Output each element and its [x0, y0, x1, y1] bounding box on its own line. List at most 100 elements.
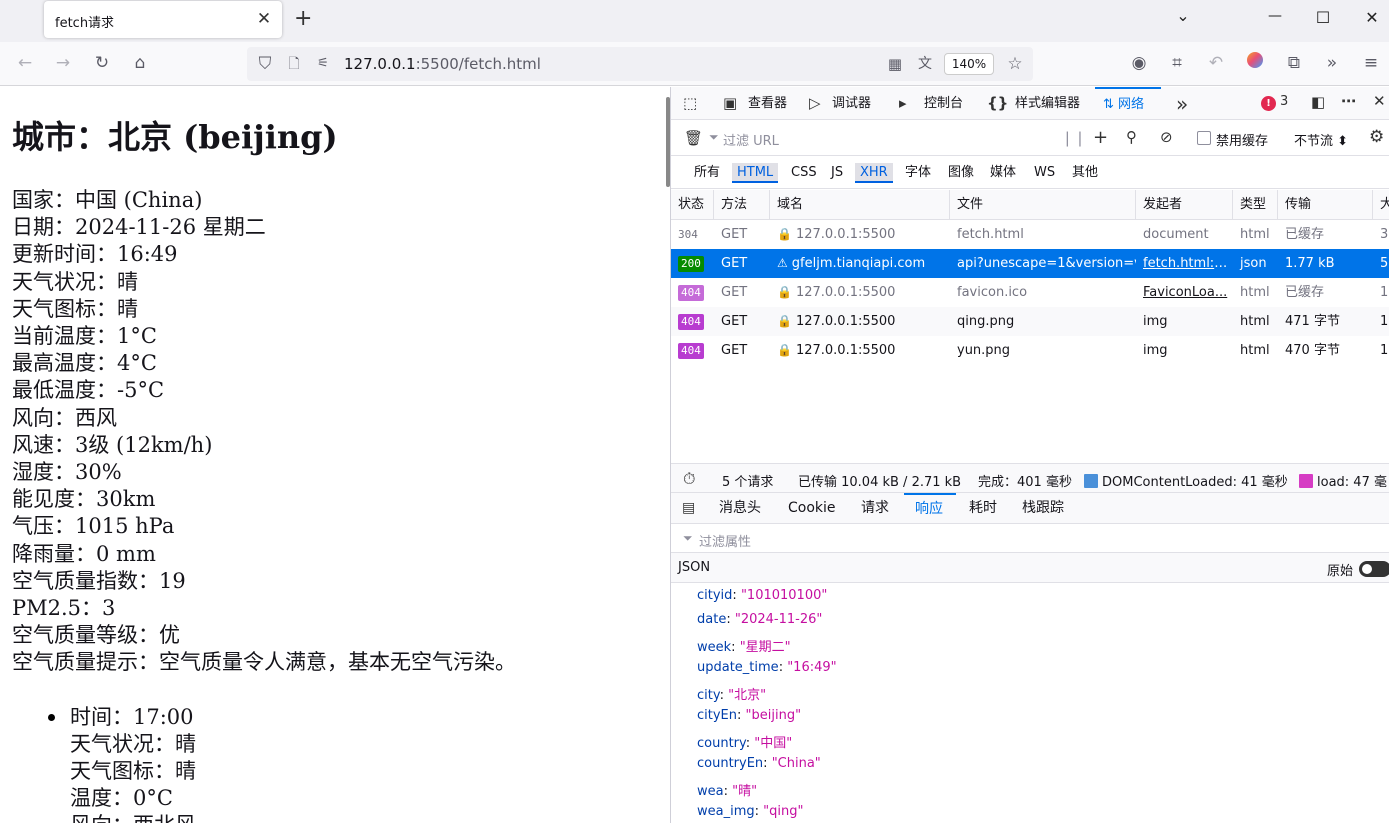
permissions-icon[interactable]: ⚟ [311, 53, 335, 75]
col-file[interactable]: 文件 [950, 190, 1136, 220]
json-property[interactable]: countryEn: "China" [697, 756, 821, 771]
info-line: 最低温度：-5°C [12, 378, 165, 403]
tab-style-editor[interactable]: 样式编辑器 [1015, 87, 1080, 120]
col-method[interactable]: 方法 [714, 190, 770, 220]
forward-icon[interactable]: → [51, 52, 75, 74]
tab-cookies[interactable]: Cookie [788, 493, 836, 524]
url-filter-input[interactable]: 过滤 URL [723, 130, 779, 149]
json-property[interactable]: wea: "晴" [697, 780, 757, 799]
json-property[interactable]: country: "中国" [697, 732, 792, 751]
type-html[interactable]: HTML [732, 163, 779, 183]
element-picker-icon[interactable]: ⬚ [683, 94, 697, 112]
initiator-link[interactable]: FaviconLoa... [1136, 278, 1233, 307]
error-icon[interactable]: ! [1261, 96, 1276, 111]
disable-cache-checkbox[interactable] [1197, 131, 1211, 145]
tab-close-icon[interactable]: ✕ [254, 9, 274, 29]
col-domain[interactable]: 域名 [770, 190, 950, 220]
search-icon[interactable]: ⚲ [1126, 128, 1137, 146]
json-property[interactable]: cityid: "101010100" [697, 588, 827, 603]
json-value: "2024-11-26" [734, 612, 823, 627]
tab-request[interactable]: 请求 [861, 493, 889, 524]
request-row-selected[interactable]: 200 GET ⚠ gfeljm.tianqiapi.com api?unesca… [671, 249, 1389, 278]
devtools-panel: ⬚ ▣ 查看器 ▷ 调试器 ▸ 控制台 {} 样式编辑器 ⇅ 网络 » ! 3 … [670, 87, 1389, 823]
menu-hamburger-icon[interactable]: ≡ [1359, 52, 1383, 74]
dock-side-icon[interactable]: ◧ [1311, 93, 1325, 111]
type-images[interactable]: 图像 [943, 163, 979, 183]
info-line: 空气质量提示：空气质量令人满意，基本无空气污染。 [12, 650, 516, 675]
account-icon[interactable]: ◉ [1127, 52, 1151, 74]
tab-inspector[interactable]: 查看器 [748, 87, 787, 120]
type-ws[interactable]: WS [1029, 163, 1060, 183]
type-media[interactable]: 媒体 [985, 163, 1021, 183]
back-icon[interactable]: ← [13, 52, 37, 74]
sidebar-toggle-icon[interactable]: ▤ [682, 500, 695, 516]
json-property[interactable]: update_time: "16:49" [697, 660, 837, 675]
type-all[interactable]: 所有 [689, 163, 725, 183]
more-tools-chevron-icon[interactable]: » [1320, 52, 1344, 74]
type-other[interactable]: 其他 [1067, 163, 1103, 183]
trash-icon[interactable]: 🗑 [684, 129, 703, 147]
col-initiator[interactable]: 发起者 [1136, 190, 1233, 220]
tab-network[interactable]: ⇅ 网络 [1095, 87, 1161, 120]
error-count[interactable]: 3 [1280, 94, 1288, 109]
home-icon[interactable]: ⌂ [128, 52, 152, 74]
more-panels-chevron-icon[interactable]: » [1176, 92, 1188, 116]
request-row[interactable]: 404 GET 🔒 127.0.0.1:5500 favicon.ico Favi… [671, 278, 1389, 307]
json-property[interactable]: wea_img: "qing" [697, 804, 803, 819]
transferred: 471 字节 [1285, 314, 1340, 329]
stopwatch-icon[interactable]: ⏱ [683, 469, 695, 489]
tab-debugger[interactable]: 调试器 [832, 87, 871, 120]
pause-icon[interactable]: ❘❘ [1061, 129, 1086, 147]
bookmark-star-icon[interactable]: ☆ [1003, 53, 1027, 75]
page-icon[interactable]: 🗋 [282, 53, 306, 75]
settings-gear-icon[interactable]: ⚙ [1369, 127, 1384, 147]
extensions-puzzle-icon[interactable]: ⧉ [1282, 52, 1306, 74]
devtools-close-icon[interactable]: ✕ [1373, 92, 1386, 110]
throttle-select[interactable]: 不节流 ⬍ [1294, 130, 1348, 149]
col-size[interactable]: 大 [1373, 190, 1389, 220]
request-row[interactable]: 404 GET 🔒 127.0.0.1:5500 qing.png img htm… [671, 307, 1389, 336]
zoom-level-button[interactable]: 140% [944, 53, 994, 75]
property-filter-bar: ⏷ 过滤属性 [671, 524, 1389, 553]
col-status[interactable]: 状态 [671, 190, 714, 220]
json-property[interactable]: city: "北京" [697, 684, 766, 703]
add-filter-icon[interactable]: + [1093, 127, 1108, 148]
url-bar[interactable]: ⛉ 🗋 ⚟ 127.0.0.1:5500/fetch.html ▦ 文 140%… [247, 47, 1033, 81]
type-css[interactable]: CSS [786, 163, 822, 183]
url-text[interactable]: 127.0.0.1:5500/fetch.html [344, 55, 541, 73]
json-property[interactable]: cityEn: "beijing" [697, 708, 801, 723]
json-property[interactable]: week: "星期二" [697, 636, 791, 655]
new-tab-button[interactable]: + [294, 6, 312, 32]
request-row[interactable]: 304 GET 🔒 127.0.0.1:5500 fetch.html docum… [671, 220, 1389, 249]
undo-icon[interactable]: ↶ [1204, 52, 1228, 74]
screenshot-crop-icon[interactable]: ⌗ [1165, 52, 1189, 74]
style-editor-icon: {} [987, 94, 1009, 112]
maximize-button[interactable]: ☐ [1308, 8, 1338, 27]
browser-tab[interactable]: fetch请求 ✕ [44, 1, 282, 38]
tab-stack-trace[interactable]: 栈跟踪 [1022, 493, 1064, 524]
tab-console[interactable]: 控制台 [924, 87, 963, 120]
request-row[interactable]: 404 GET 🔒 127.0.0.1:5500 yun.png img html… [671, 336, 1389, 365]
type-xhr[interactable]: XHR [855, 163, 893, 183]
tab-response[interactable]: 响应 [904, 493, 956, 524]
initiator-link[interactable]: fetch.html:6... [1136, 249, 1233, 278]
raw-toggle[interactable] [1359, 561, 1389, 577]
type-js[interactable]: JS [826, 163, 848, 183]
filter-properties-input[interactable]: 过滤属性 [699, 531, 751, 550]
list-tabs-icon[interactable]: ⌄ [1168, 6, 1198, 25]
minimize-button[interactable]: — [1260, 8, 1290, 24]
tab-headers[interactable]: 消息头 [719, 493, 761, 524]
tab-timings[interactable]: 耗时 [969, 493, 997, 524]
shield-icon[interactable]: ⛉ [253, 53, 277, 75]
window-close-button[interactable]: ✕ [1357, 8, 1387, 27]
col-transferred[interactable]: 传输 [1278, 190, 1373, 220]
col-type[interactable]: 类型 [1233, 190, 1278, 220]
translate-icon[interactable]: 文 [913, 53, 937, 75]
extension-shield-icon[interactable] [1243, 52, 1267, 74]
type-fonts[interactable]: 字体 [900, 163, 936, 183]
reload-icon[interactable]: ↻ [90, 52, 114, 74]
devtools-menu-icon[interactable]: ⋯ [1341, 92, 1356, 110]
block-icon[interactable]: ⊘ [1160, 128, 1173, 146]
json-property[interactable]: date: "2024-11-26" [697, 612, 822, 627]
qr-code-icon[interactable]: ▦ [883, 53, 907, 75]
